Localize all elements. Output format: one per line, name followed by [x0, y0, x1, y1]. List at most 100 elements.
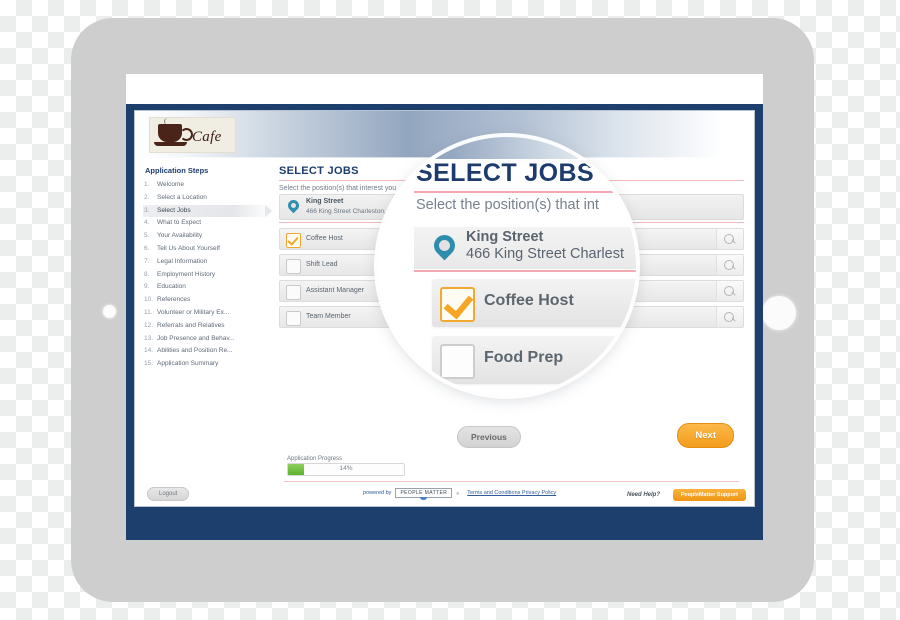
step-label: Select Jobs [157, 206, 191, 214]
step-number: 1. [144, 181, 150, 188]
footer-divider [284, 481, 739, 482]
magnified-location-card[interactable]: King Street 466 King Street Charlest [414, 227, 636, 269]
magnifier-icon[interactable] [716, 281, 743, 301]
registered-mark: ® [456, 490, 460, 496]
sidebar-item-application-summary[interactable]: 15. Application Summary [143, 358, 271, 371]
sidebar-item-job-presence-and-behav[interactable]: 13. Job Presence and Behav... [143, 333, 271, 346]
location-name: King Street [306, 198, 344, 205]
sidebar-item-education[interactable]: 9. Education [143, 281, 271, 294]
sidebar-item-your-availability[interactable]: 5. Your Availability [143, 230, 271, 243]
magnifier-icon[interactable] [716, 255, 743, 275]
magnified-checkbox-icon[interactable] [440, 344, 475, 379]
step-number: 12. [144, 321, 154, 329]
sidebar-item-referrals-and-relatives[interactable]: 12. Referrals and Relatives [143, 320, 271, 333]
coffee-cup-icon [158, 124, 182, 142]
application-steps-sidebar: Application Steps 1. Welcome 2. Select a Lo… [135, 158, 272, 506]
step-label: Application Summary [157, 360, 219, 368]
magnified-location-name: King Street [466, 229, 544, 245]
step-number: 8. [144, 270, 150, 278]
step-number: 4. [144, 219, 150, 227]
step-label: Education [157, 283, 186, 291]
logo-wordmark: Cafe [192, 129, 222, 145]
magnified-map-pin-icon [429, 230, 460, 261]
job-title: Assistant Manager [306, 287, 364, 294]
step-number: 7. [144, 257, 150, 265]
magnifier-icon[interactable] [716, 307, 743, 327]
sidebar-item-legal-information[interactable]: 7. Legal Information [143, 256, 271, 269]
application-progress: Application Progress 14% [287, 456, 405, 476]
sidebar-title: Application Steps [145, 166, 209, 175]
logout-button[interactable]: Logout [147, 487, 190, 501]
cafe-logo: Cafe [149, 117, 236, 153]
powered-by-label: powered by [363, 490, 392, 496]
step-label: Welcome [157, 181, 184, 188]
progress-percent-text: 14% [339, 465, 353, 472]
tablet-device-frame: Cafe Application Steps 1. Welcome 2. Select… [71, 18, 814, 602]
sidebar-item-welcome[interactable]: 1. Welcome [143, 179, 271, 192]
magnified-job-title: Coffee Host [484, 292, 574, 309]
sidebar-item-select-a-location[interactable]: 2. Select a Location [143, 192, 271, 205]
step-number: 13. [144, 334, 154, 342]
next-button[interactable]: Next [677, 423, 734, 448]
magnifier-icon[interactable] [716, 229, 743, 249]
sidebar-item-employment-history[interactable]: 8. Employment History [143, 269, 271, 282]
sidebar-item-references[interactable]: 10. References [143, 294, 271, 307]
step-label: Your Availability [157, 232, 203, 240]
magnified-job-row[interactable]: Food Prep [432, 336, 636, 384]
step-number: 9. [144, 283, 150, 291]
magnified-location-divider [414, 270, 636, 272]
step-number: 5. [144, 232, 150, 240]
checkbox-icon[interactable] [286, 311, 301, 326]
tablet-screen: Cafe Application Steps 1. Welcome 2. Select… [126, 74, 763, 540]
step-number: 10. [144, 296, 154, 304]
magnified-job-title: Food Prep [484, 349, 564, 366]
peoplematter-badge: PEOPLE MATTER [395, 488, 453, 500]
step-label: Referrals and Relatives [157, 321, 225, 329]
support-button[interactable]: PeopleMatter Support [672, 489, 746, 501]
step-number: 6. [144, 244, 150, 252]
step-label: Tell Us About Yourself [157, 244, 220, 252]
need-help-label: Need Help? [626, 492, 660, 498]
step-number: 3. [144, 206, 150, 214]
magnifier-edge-fade [378, 159, 412, 395]
progress-label: Application Progress [287, 456, 343, 462]
magnified-job-row[interactable]: Coffee Host [432, 279, 636, 327]
checkbox-icon[interactable] [286, 233, 301, 248]
home-button[interactable] [762, 296, 796, 330]
magnified-page-title: SELECT JOBS [416, 159, 595, 187]
step-label: Volunteer or Military Ex... [157, 308, 230, 316]
previous-button[interactable]: Previous [457, 426, 521, 448]
magnified-page-subtitle: Select the position(s) that int [416, 197, 599, 213]
magnified-title-divider [414, 191, 631, 193]
step-number: 14. [144, 347, 154, 355]
step-label: What to Expect [157, 219, 202, 227]
sidebar-item-what-to-expect[interactable]: 4. What to Expect [143, 217, 271, 230]
sidebar-item-tell-us-about-yourself[interactable]: 6. Tell Us About Yourself [143, 243, 271, 256]
step-number: 15. [144, 360, 154, 368]
magnifier-overlay: SELECT JOBS Select the position(s) that … [378, 137, 636, 395]
step-label: References [157, 296, 191, 304]
sidebar-item-abilities-and-position-re[interactable]: 14. Abilities and Position Re... [143, 345, 271, 358]
progress-bar-track: 14% [287, 463, 405, 476]
sidebar-item-volunteer-or-military-ex[interactable]: 11. Volunteer or Military Ex... [143, 307, 271, 320]
job-title: Team Member [306, 313, 351, 320]
step-number: 2. [144, 193, 150, 201]
sidebar-steps-list: 1. Welcome 2. Select a Location 3. Select Job… [143, 179, 272, 371]
magnified-header-band [378, 137, 636, 159]
step-label: Abilities and Position Re... [157, 347, 233, 355]
magnified-checkbox-icon[interactable] [440, 287, 475, 322]
checkbox-icon[interactable] [286, 285, 301, 300]
footer-credits: powered by PEOPLE MATTER ® Terms and Con… [363, 488, 556, 500]
terms-privacy-link[interactable]: Terms and Conditions Privacy Policy [467, 490, 556, 496]
step-label: Job Presence and Behav... [157, 334, 235, 342]
sidebar-item-select-jobs[interactable]: 3. Select Jobs [143, 204, 272, 218]
saucer-icon [154, 142, 187, 146]
job-title: Coffee Host [306, 235, 343, 242]
map-pin-icon [285, 197, 302, 214]
job-title: Shift Lead [306, 261, 338, 268]
step-label: Employment History [157, 270, 216, 278]
checkbox-icon[interactable] [286, 259, 301, 274]
front-camera-icon [103, 305, 116, 318]
step-label: Select a Location [157, 193, 207, 201]
magnified-location-address: 466 King Street Charlest [466, 246, 624, 262]
